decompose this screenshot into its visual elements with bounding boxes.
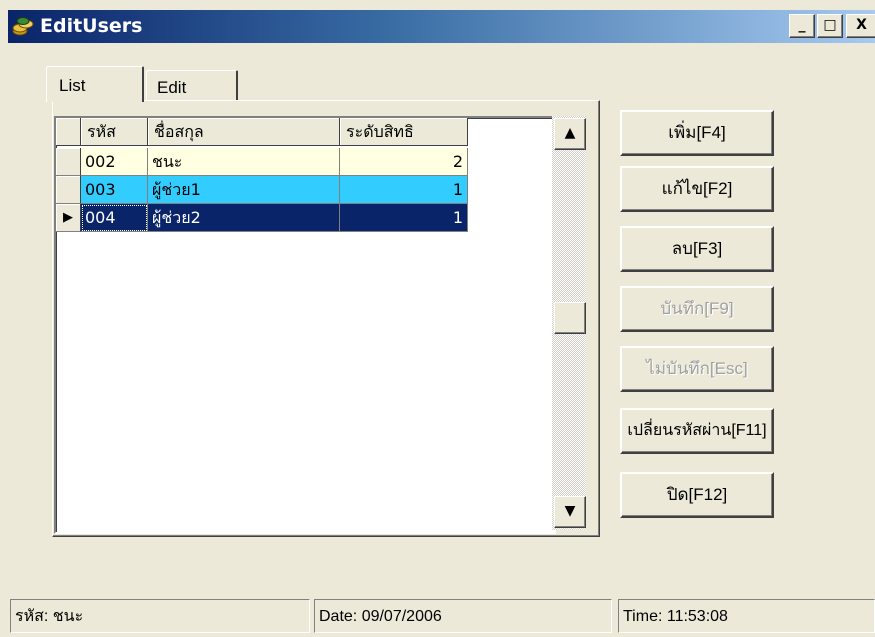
delete-button[interactable]: ลบ[F3] — [620, 226, 774, 272]
cell-code[interactable]: 002 — [81, 148, 148, 176]
current-row-marker-icon[interactable]: ▶ — [56, 204, 81, 232]
cell-code[interactable]: 004 — [81, 204, 148, 232]
scroll-down-button[interactable]: ▼ — [554, 496, 586, 528]
cancel-button-label: ไม่บันทึก[Esc] — [646, 359, 748, 378]
add-button[interactable]: เพิ่ม[F4] — [620, 110, 774, 156]
scroll-up-button[interactable]: ▲ — [554, 118, 586, 150]
edit-button-label: แก้ไข[F2] — [661, 179, 733, 198]
close-icon: X — [856, 17, 867, 33]
status-user: รหัส: ชนะ — [10, 599, 310, 633]
delete-button-label: ลบ[F3] — [671, 239, 723, 258]
maximize-icon: □ — [823, 17, 837, 33]
save-button-label: บันทึก[F9] — [660, 299, 734, 318]
close-form-button-label: ปิด[F12] — [666, 485, 728, 504]
cell-level[interactable]: 1 — [340, 176, 468, 204]
cell-code[interactable]: 003 — [81, 176, 148, 204]
title-bar[interactable]: EditUsers _ □ X — [0, 0, 875, 44]
close-button[interactable]: X — [846, 14, 875, 38]
change-password-button[interactable]: เปลี่ยนรหัสผ่าน[F11] — [620, 408, 774, 454]
column-header-name[interactable]: ชื่อสกุล — [148, 118, 340, 146]
tab-list[interactable]: List — [46, 66, 144, 102]
cell-name[interactable]: ผู้ช่วย2 — [148, 204, 340, 232]
tab-list-label: List — [59, 76, 86, 95]
cell-level[interactable]: 1 — [340, 204, 468, 232]
cell-name[interactable]: ชนะ — [148, 148, 340, 176]
status-time: Time: 11:53:08 — [618, 599, 875, 633]
window-title: EditUsers — [40, 15, 143, 37]
vertical-scrollbar[interactable]: ▲ ▼ — [552, 116, 586, 530]
column-header-code[interactable]: รหัส — [81, 118, 148, 146]
coins-icon — [12, 17, 34, 36]
maximize-button[interactable]: □ — [817, 14, 843, 38]
add-button-label: เพิ่ม[F4] — [668, 123, 726, 142]
arrow-up-icon: ▲ — [564, 125, 576, 141]
edit-button[interactable]: แก้ไข[F2] — [620, 166, 774, 212]
save-button[interactable]: บันทึก[F9] — [620, 286, 774, 332]
change-password-button-label: เปลี่ยนรหัสผ่าน[F11] — [627, 422, 767, 439]
row-indicator[interactable] — [56, 176, 81, 204]
close-form-button[interactable]: ปิด[F12] — [620, 472, 774, 518]
arrow-down-icon: ▼ — [564, 503, 576, 519]
row-indicator[interactable] — [56, 148, 81, 176]
cancel-button[interactable]: ไม่บันทึก[Esc] — [620, 346, 774, 392]
column-header-level[interactable]: ระดับสิทธิ — [340, 118, 468, 146]
minimize-button[interactable]: _ — [789, 14, 815, 38]
cell-name[interactable]: ผู้ช่วย1 — [148, 176, 340, 204]
cell-level[interactable]: 2 — [340, 148, 468, 176]
tab-edit[interactable]: Edit — [146, 70, 238, 100]
grid-corner — [56, 118, 81, 146]
users-grid[interactable]: รหัส ชื่อสกุล ระดับสิทธิ 002 ชนะ 2 003 ผ… — [54, 116, 556, 534]
tab-edit-label: Edit — [157, 78, 187, 97]
scroll-thumb[interactable] — [554, 302, 586, 334]
status-date: Date: 09/07/2006 — [314, 599, 612, 633]
minimize-icon: _ — [798, 17, 806, 33]
